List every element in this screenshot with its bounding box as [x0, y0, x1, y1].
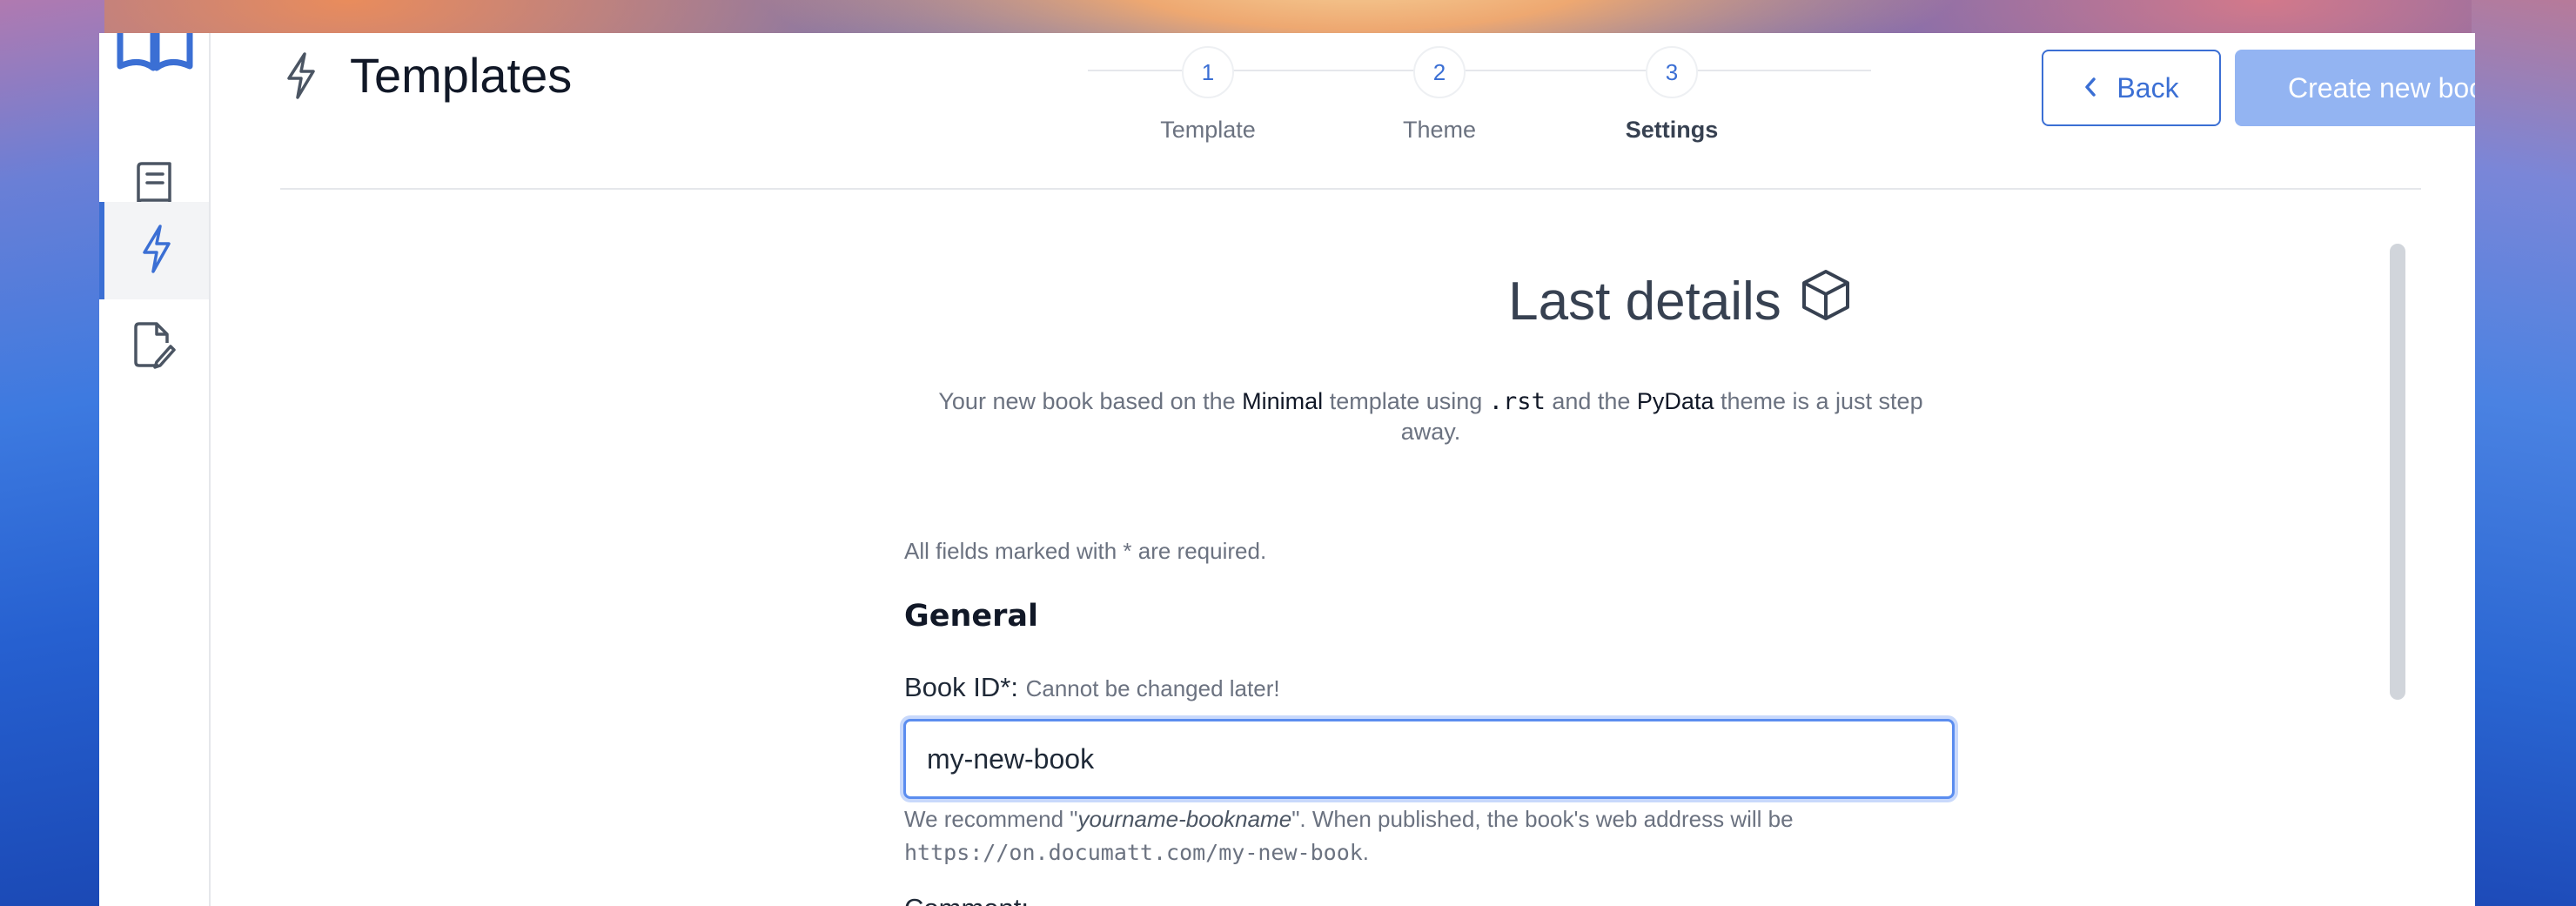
step-2-label[interactable]: Theme	[1352, 117, 1526, 144]
app-window: Templates 1 Template 2 Theme 3 Settings …	[99, 33, 2475, 906]
theme-name: PyData	[1636, 388, 1714, 414]
help-text: ". When published, the book's web addres…	[1291, 806, 1794, 832]
subtitle-text: and the	[1545, 388, 1637, 414]
required-fields-note: All fields marked with * are required.	[904, 538, 1267, 564]
subtitle-text: template using	[1323, 388, 1489, 414]
sidebar	[99, 33, 211, 906]
help-text: .	[1362, 839, 1370, 865]
general-section-heading: General	[904, 599, 1038, 634]
create-new-book-button[interactable]: Create new book	[2235, 50, 2475, 126]
create-new-book-label: Create new book	[2288, 71, 2475, 104]
step-3-label[interactable]: Settings	[1585, 117, 1759, 144]
book-id-label: Book ID*: Cannot be changed later!	[904, 672, 1280, 703]
page-header: Templates 1 Template 2 Theme 3 Settings …	[280, 33, 2475, 190]
book-id-input[interactable]	[903, 719, 1955, 799]
subtitle: Your new book based on the Minimal templ…	[909, 386, 1953, 446]
app-logo-icon[interactable]	[113, 33, 197, 77]
sidebar-item-drafts[interactable]	[99, 299, 209, 397]
document-edit-icon	[132, 322, 176, 374]
section-title: Last details	[1138, 268, 2223, 335]
cube-icon	[1799, 268, 1853, 335]
subtitle-text: Your new book based on the	[938, 388, 1243, 414]
step-1-circle[interactable]: 1	[1182, 46, 1234, 98]
book-id-label-text: Book ID*:	[904, 672, 1018, 702]
help-text: We recommend "	[904, 806, 1078, 832]
page-title: Templates	[350, 48, 573, 103]
step-2-circle[interactable]: 2	[1413, 46, 1466, 98]
book-id-hint: Cannot be changed later!	[1025, 675, 1280, 701]
book-id-help-text: We recommend "yourname-bookname". When p…	[904, 802, 1966, 869]
desktop-wallpaper-left	[0, 0, 104, 906]
content-scrollbar[interactable]	[2390, 244, 2405, 700]
chevron-left-icon	[2083, 72, 2097, 104]
back-button[interactable]: Back	[2042, 50, 2221, 126]
format-name: .rst	[1488, 388, 1546, 415]
section-title-text: Last details	[1508, 272, 1781, 332]
help-example: yourname-bookname	[1077, 806, 1292, 832]
lightning-icon	[139, 225, 174, 277]
desktop-wallpaper-right	[2472, 0, 2576, 906]
step-1-label[interactable]: Template	[1121, 117, 1295, 144]
book-url: https://on.documatt.com/my-new-book	[904, 840, 1363, 865]
back-button-label: Back	[2116, 71, 2179, 104]
template-name: Minimal	[1242, 388, 1324, 414]
comment-label: Comment:	[904, 893, 1029, 906]
step-3-circle[interactable]: 3	[1646, 46, 1698, 98]
sidebar-item-templates[interactable]	[99, 202, 209, 299]
lightning-icon	[280, 50, 322, 99]
